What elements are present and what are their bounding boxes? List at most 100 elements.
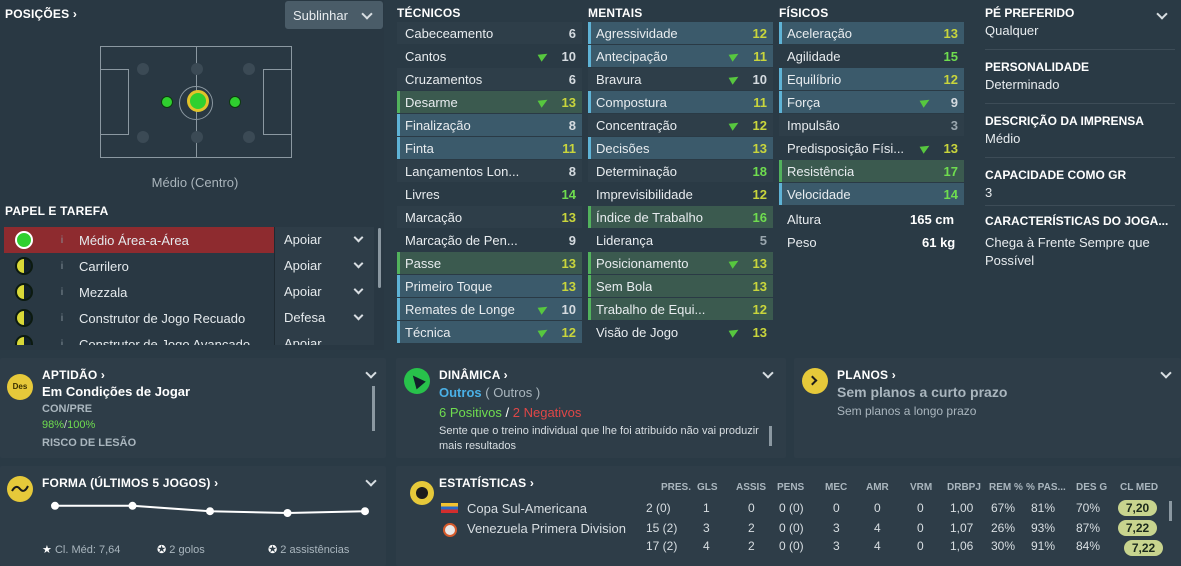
fitness-title[interactable]: APTIDÃO › (42, 368, 105, 382)
info-icon[interactable]: i (55, 287, 69, 298)
role-row[interactable]: i Construtor de Jogo Recuado Defesa (4, 305, 374, 331)
duty-select[interactable]: Apoiar (274, 279, 374, 305)
selected-position-dot[interactable] (187, 90, 209, 112)
media-desc-label: DESCRIÇÃO DA IMPRENSA (985, 114, 1144, 128)
highlight-dropdown[interactable]: Sublinhar (285, 1, 383, 29)
attribute-row[interactable]: Decisões 13 (588, 137, 773, 159)
attribute-row[interactable]: Cabeceamento 6 (397, 22, 582, 44)
positions-title[interactable]: POSIÇÕES › (5, 7, 77, 21)
attribute-row[interactable]: Desarme 13 (397, 91, 582, 113)
stats-header[interactable]: MEC (825, 482, 847, 493)
position-dot[interactable] (161, 96, 173, 108)
stats-header[interactable]: PENS (777, 482, 804, 493)
attribute-row[interactable]: Marcação 13 (397, 206, 582, 228)
role-row[interactable]: i Mezzala Apoiar (4, 279, 374, 305)
attribute-row[interactable]: Impulsão 3 (779, 114, 964, 136)
attribute-row[interactable]: Visão de Jogo 13 (588, 321, 773, 343)
competition-name[interactable]: Copa Sul-Americana (467, 501, 587, 516)
plans-title[interactable]: PLANOS › (837, 368, 896, 382)
scrollbar[interactable] (769, 426, 772, 446)
attribute-value: 13 (561, 94, 576, 110)
attribute-row[interactable]: Índice de Trabalho 16 (588, 206, 773, 228)
stats-header[interactable]: GLS (697, 482, 718, 493)
attribute-row[interactable]: Lançamentos Lon... 8 (397, 160, 582, 182)
info-icon[interactable]: i (55, 235, 69, 246)
attribute-row[interactable]: Aceleração 13 (779, 22, 964, 44)
attribute-row[interactable]: Antecipação 11 (588, 45, 773, 67)
duty-select[interactable]: Defesa (274, 305, 374, 331)
chevron-down-icon[interactable] (365, 367, 377, 379)
mentais-title: MENTAIS (588, 6, 643, 20)
personality: Determinado (985, 77, 1060, 92)
info-icon[interactable]: i (55, 313, 69, 324)
attribute-row[interactable]: Agressividade 12 (588, 22, 773, 44)
attribute-label: Cabeceamento (405, 25, 494, 41)
role-row[interactable]: i Médio Área-a-Área Apoiar (4, 227, 374, 253)
form-title[interactable]: FORMA (ÚLTIMOS 5 JOGOS) › (42, 476, 218, 490)
attribute-row[interactable]: Imprevisibilidade 12 (588, 183, 773, 205)
attribute-row[interactable]: Equilíbrio 12 (779, 68, 964, 90)
stats-header[interactable]: DES G (1076, 482, 1107, 493)
role-scrollbar[interactable] (378, 228, 381, 288)
attribute-row[interactable]: Velocidade 14 (779, 183, 964, 205)
attribute-row[interactable]: Primeiro Toque 13 (397, 275, 582, 297)
attribute-value: 12 (752, 301, 767, 317)
attribute-row[interactable]: Trabalho de Equi... 12 (588, 298, 773, 320)
attribute-row[interactable]: Bravura 10 (588, 68, 773, 90)
trend-up-icon (537, 326, 550, 338)
attribute-row[interactable]: Passe 13 (397, 252, 582, 274)
attribute-row[interactable]: Agilidade 15 (779, 45, 964, 67)
role-row[interactable]: i Carrilero Apoiar (4, 253, 374, 279)
stats-header[interactable]: AMR (866, 482, 889, 493)
attribute-row[interactable]: Sem Bola 13 (588, 275, 773, 297)
role-row-clipped[interactable]: i Construtor de Jogo Avançado Apoiar (4, 331, 374, 345)
info-icon[interactable]: i (55, 261, 69, 272)
attribute-row[interactable]: Livres 14 (397, 183, 582, 205)
social-group[interactable]: Outros ( Outros ) (439, 385, 540, 400)
stats-cell: 4 (874, 521, 881, 535)
attribute-row[interactable]: Determinação 18 (588, 160, 773, 182)
form-point (206, 507, 214, 516)
chevron-down-icon[interactable] (1156, 8, 1168, 20)
attribute-row[interactable]: Resistência 17 (779, 160, 964, 182)
scrollbar[interactable] (372, 386, 375, 431)
attribute-row[interactable]: Força 9 (779, 91, 964, 113)
attribute-row[interactable]: Técnica 12 (397, 321, 582, 343)
chevron-down-icon[interactable] (762, 367, 774, 379)
attribute-row[interactable]: Concentração 12 (588, 114, 773, 136)
chevron-down-icon[interactable] (1160, 367, 1172, 379)
dynamics-title[interactable]: DINÂMICA › (439, 368, 508, 382)
attribute-row[interactable]: Finalização 8 (397, 114, 582, 136)
attribute-row[interactable]: Finta 11 (397, 137, 582, 159)
attribute-row[interactable]: Liderança 5 (588, 229, 773, 251)
attribute-label: Livres (405, 186, 440, 202)
stats-title[interactable]: ESTATÍSTICAS › (439, 476, 534, 490)
stats-header[interactable]: % PAS... (1026, 482, 1066, 493)
position-dot[interactable] (229, 96, 241, 108)
stats-header[interactable]: REM % (989, 482, 1023, 493)
attribute-value: 15 (943, 48, 958, 64)
duty-select[interactable]: Apoiar (274, 253, 374, 279)
attribute-row[interactable]: Remates de Longe 10 (397, 298, 582, 320)
stats-header[interactable]: PRES. (661, 482, 691, 493)
competition-name[interactable]: Venezuela Primera Division (467, 521, 626, 536)
attribute-row[interactable]: Predisposição Físi... 13 (779, 137, 964, 159)
scrollbar[interactable] (1169, 501, 1172, 521)
stats-cell: 0 (0) (779, 539, 804, 553)
stats-header[interactable]: DRBPJ (947, 482, 981, 493)
attribute-row[interactable]: Posicionamento 13 (588, 252, 773, 274)
attribute-label: Passe (405, 255, 442, 271)
attribute-row[interactable]: Marcação de Pen... 9 (397, 229, 582, 251)
stats-header[interactable]: CL MED (1120, 482, 1158, 493)
duty-select[interactable]: Apoiar (274, 227, 374, 253)
stats-cell: 0 (0) (779, 521, 804, 535)
stats-panel: ESTATÍSTICAS › PRES. GLS ASSIS PENS MEC AMR VR… (396, 466, 1181, 566)
stats-header[interactable]: ASSIS (736, 482, 766, 493)
gk-rating-label: CAPACIDADE COMO GR (985, 168, 1127, 182)
chevron-down-icon[interactable] (365, 475, 377, 487)
attribute-row[interactable]: Cantos 10 (397, 45, 582, 67)
stats-header[interactable]: VRM (910, 482, 932, 493)
attribute-label: Bravura (596, 71, 642, 87)
attribute-row[interactable]: Cruzamentos 6 (397, 68, 582, 90)
attribute-row[interactable]: Compostura 11 (588, 91, 773, 113)
